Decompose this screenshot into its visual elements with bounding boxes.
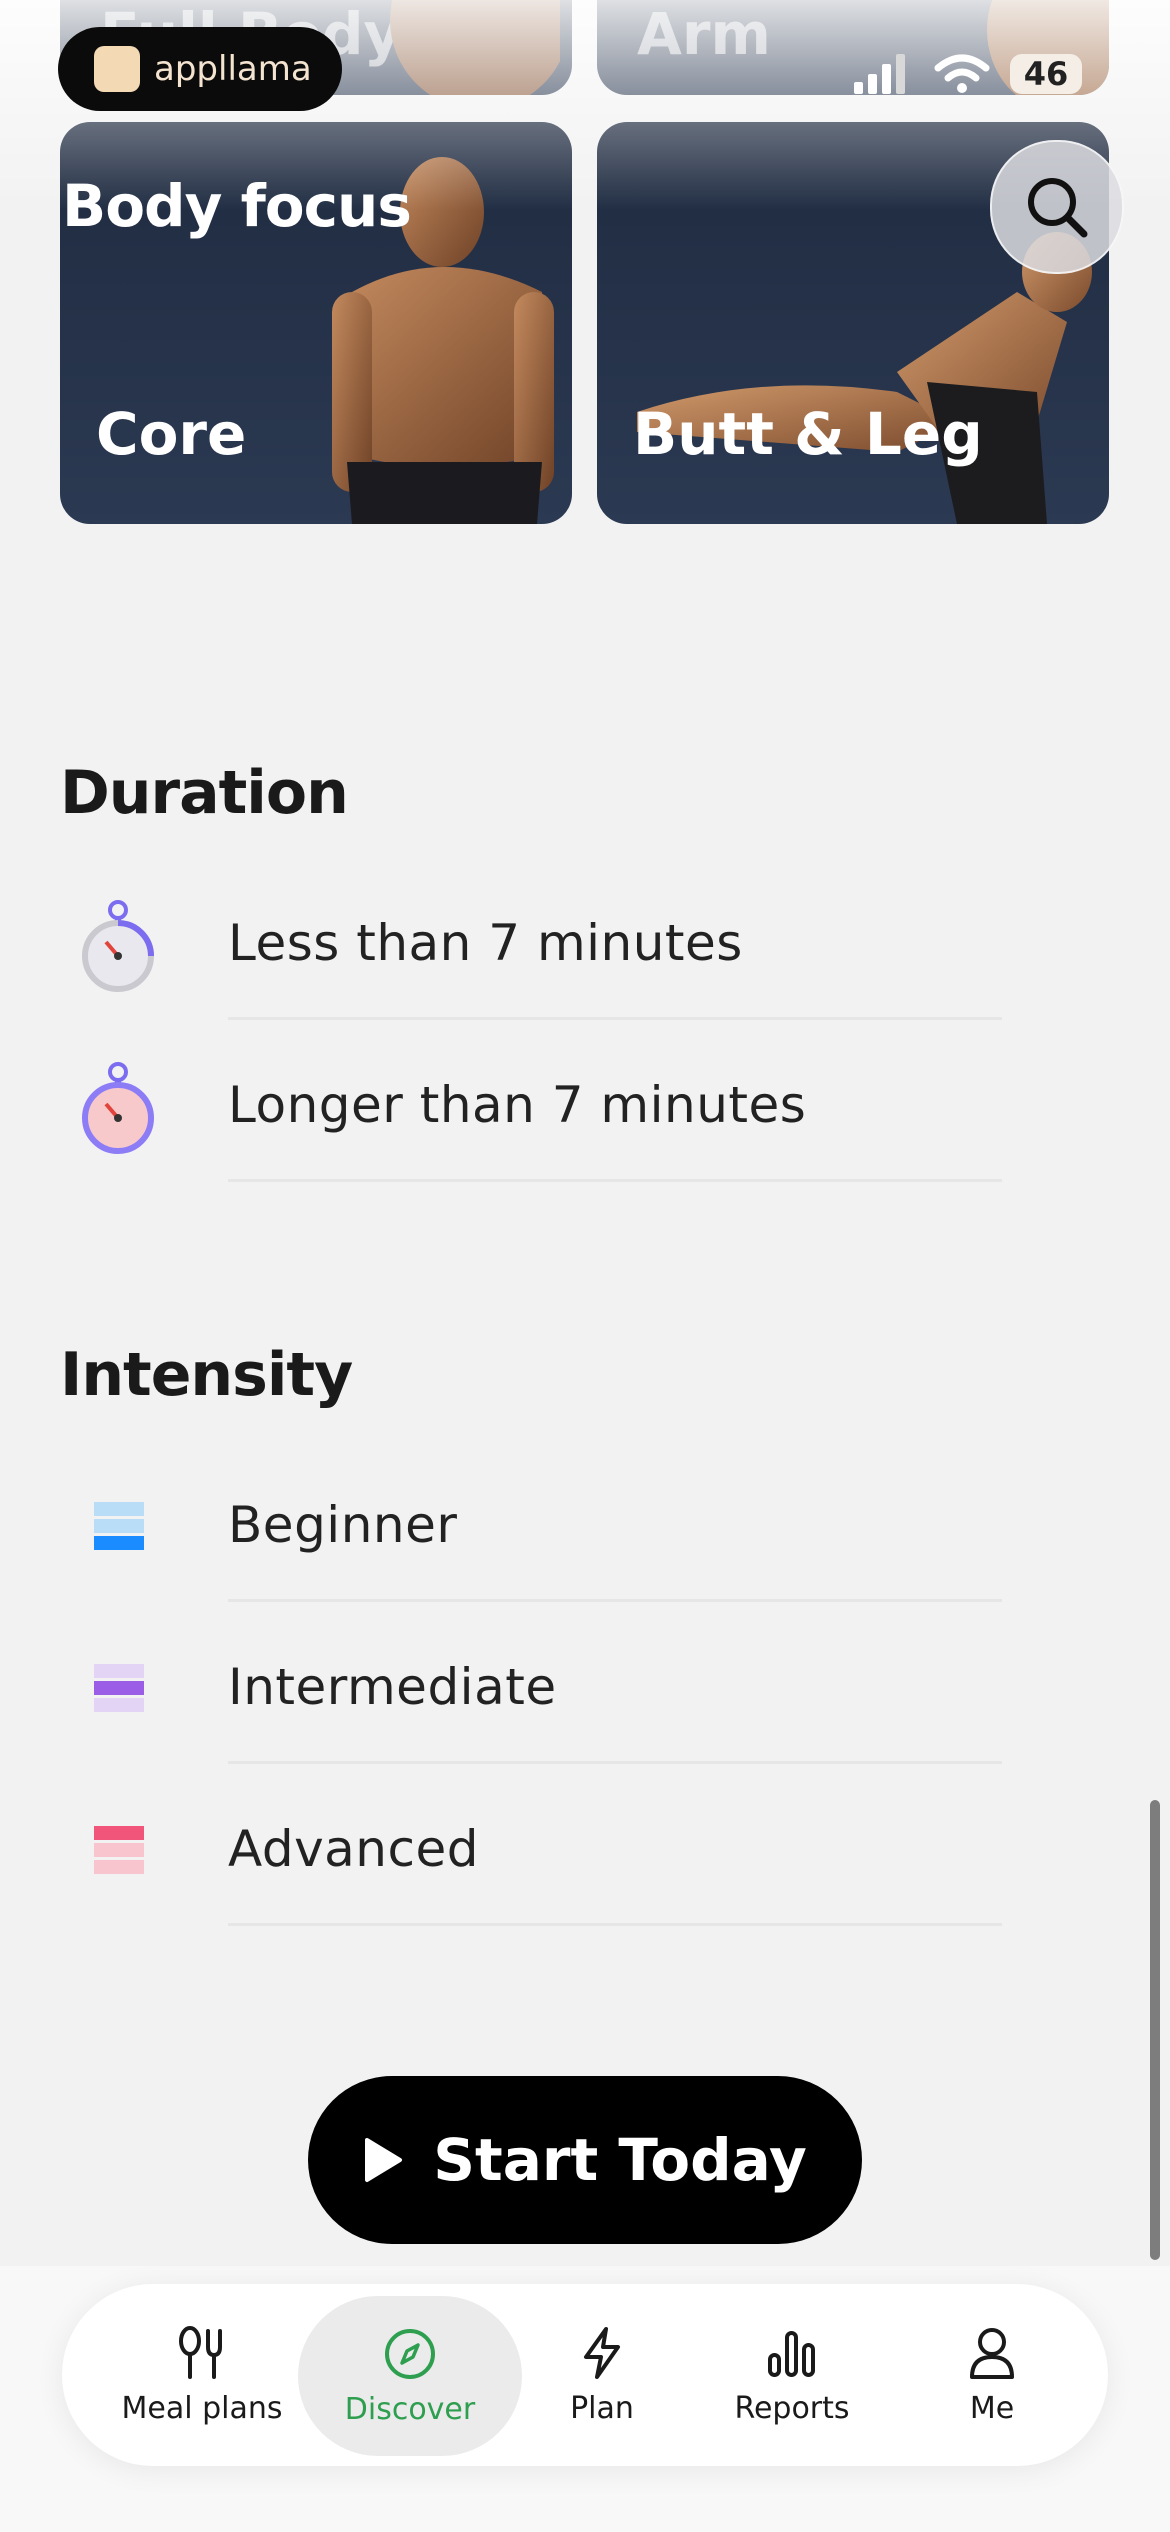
compass-icon (385, 2328, 435, 2379)
list-item-label: Beginner (228, 1496, 458, 1554)
bar-chart-icon (768, 2330, 815, 2377)
tab-reports[interactable]: Reports (702, 2284, 882, 2466)
intensity-low-icon (94, 1502, 144, 1550)
list-item-beginner[interactable]: Beginner (0, 1452, 1170, 1602)
tab-label: Reports (734, 2390, 850, 2426)
list-item-intermediate[interactable]: Intermediate (0, 1614, 1170, 1764)
divider (228, 1017, 1002, 1020)
llama-logo-icon (94, 46, 140, 92)
tab-discover[interactable]: Discover (298, 2296, 522, 2456)
card-label: Butt & Leg (633, 400, 983, 468)
tab-bar: Meal plans Discover Plan Reports Me (62, 2284, 1108, 2466)
section-title-intensity: Intensity (60, 1340, 353, 1410)
section-title-body-focus: Body focus (62, 172, 412, 240)
tab-label: Me (969, 2390, 1015, 2426)
play-icon (365, 2138, 403, 2182)
list-item-less-than-7[interactable]: Less than 7 minutes (0, 870, 1170, 1020)
intensity-mid-icon (94, 1664, 144, 1712)
stopwatch-gray-icon (82, 900, 154, 992)
lightning-icon (584, 2326, 620, 2379)
wifi-icon (934, 54, 990, 93)
app-badge-label: appllama (154, 49, 312, 89)
card-label: Core (96, 400, 247, 468)
app-badge: appllama (58, 27, 342, 111)
tab-label: Meal plans (121, 2390, 283, 2426)
divider (228, 1179, 1002, 1182)
search-button[interactable] (990, 140, 1124, 274)
list-item-label: Longer than 7 minutes (228, 1076, 807, 1134)
tab-me[interactable]: Me (932, 2284, 1052, 2466)
list-item-label: Advanced (228, 1820, 479, 1878)
tab-label: Discover (344, 2391, 476, 2427)
list-item-longer-than-7[interactable]: Longer than 7 minutes (0, 1032, 1170, 1182)
divider (228, 1761, 1002, 1764)
search-icon (1028, 178, 1088, 238)
start-today-button[interactable]: Start Today (308, 2076, 862, 2244)
card-label: Arm (637, 0, 771, 68)
signal-icon (854, 54, 905, 94)
scrollbar[interactable] (1150, 1800, 1160, 2260)
list-item-advanced[interactable]: Advanced (0, 1776, 1170, 1926)
tab-plan[interactable]: Plan (542, 2284, 662, 2466)
person-icon (970, 2327, 1014, 2379)
start-today-label: Start Today (433, 2126, 807, 2194)
athlete-image (390, 0, 560, 95)
meal-plans-icon (179, 2325, 222, 2379)
section-title-duration: Duration (60, 758, 349, 828)
divider (228, 1923, 1002, 1926)
list-item-label: Less than 7 minutes (228, 914, 743, 972)
battery-indicator: 46 (1010, 54, 1082, 94)
intensity-high-icon (94, 1826, 144, 1874)
stopwatch-purple-icon (82, 1062, 154, 1154)
divider (228, 1599, 1002, 1602)
list-item-label: Intermediate (228, 1658, 557, 1716)
tab-label: Plan (570, 2390, 634, 2426)
